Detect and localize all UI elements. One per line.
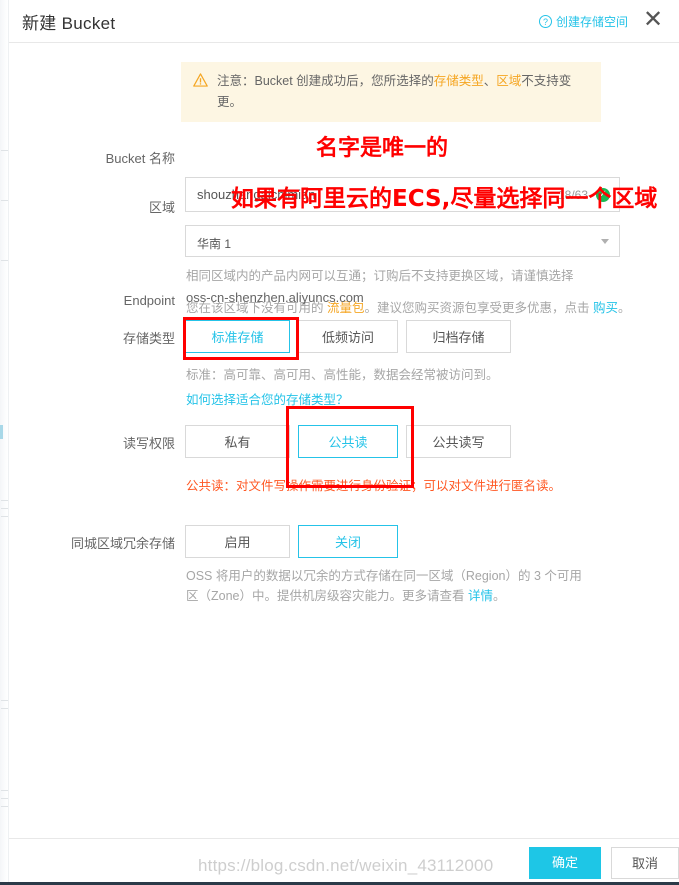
check-circle-icon: ✓ — [596, 188, 610, 202]
region-hint-part-b: 。建议您购买资源包享受更多优惠，点击 — [364, 301, 593, 315]
acl-group: 私有 公共读 公共读写 — [185, 425, 519, 458]
region-selected-value: 华南 1 — [197, 237, 232, 251]
bucket-name-counter: 18/63 — [557, 188, 588, 202]
dialog-footer: 确定 取消 — [9, 838, 679, 885]
redundancy-option-enable[interactable]: 启用 — [185, 525, 290, 558]
redundancy-desc-part-b: 。 — [492, 589, 506, 603]
acl-label: 读写权限 — [122, 436, 175, 451]
region-select[interactable]: 华南 1 — [185, 225, 620, 257]
bucket-name-value: shouzhangaichimian — [197, 187, 316, 202]
redundancy-label: 同城区域冗余存储 — [70, 536, 175, 551]
help-link-label: 创建存储空间 — [555, 15, 628, 29]
bucket-name-label: Bucket 名称 — [105, 151, 175, 166]
acl-warning-text: 公共读：对文件写操作需要进行身份验证；可以对文件进行匿名读。 — [186, 479, 562, 493]
dialog-header: 新建 Bucket ? 创建存储空间 ✕ — [9, 0, 679, 43]
endpoint-value: oss-cn-shenzhen.aliyuncs.com — [186, 290, 364, 305]
buy-link[interactable]: 购买 — [593, 301, 618, 315]
page-edge-bleed — [0, 0, 9, 885]
storage-class-label: 存储类型 — [122, 331, 175, 346]
acl-option-public-read[interactable]: 公共读 — [298, 425, 398, 458]
storage-class-help-link[interactable]: 如何选择适合您的存储类型？ — [186, 389, 349, 408]
redundancy-option-disable[interactable]: 关闭 — [298, 525, 398, 558]
storage-class-group: 标准存储 低频访问 归档存储 — [185, 320, 519, 353]
confirm-button[interactable]: 确定 — [529, 847, 601, 879]
bucket-name-input[interactable]: shouzhangaichimian 18/63 ✓ — [185, 177, 620, 212]
dialog-body: 注意：Bucket 创建成功后，您所选择的存储类型、区域不支持变更。 Bucke… — [9, 43, 679, 838]
dialog-new-bucket: 新建 Bucket ? 创建存储空间 ✕ 注意：Bucket 创建成功后，您所选… — [0, 0, 679, 885]
notice-banner: 注意：Bucket 创建成功后，您所选择的存储类型、区域不支持变更。 — [181, 62, 601, 122]
storage-class-option-ia[interactable]: 低频访问 — [298, 320, 398, 353]
region-hint-part-c: 。 — [618, 301, 631, 315]
storage-class-option-archive[interactable]: 归档存储 — [406, 320, 511, 353]
notice-highlight-storage-class: 存储类型 — [433, 74, 484, 88]
redundancy-details-link[interactable]: 详情 — [468, 589, 493, 603]
close-icon[interactable]: ✕ — [639, 6, 667, 34]
question-circle-icon: ? — [538, 15, 552, 28]
acl-option-public-read-write[interactable]: 公共读写 — [406, 425, 511, 458]
create-bucket-help-link[interactable]: ? 创建存储空间 — [538, 13, 628, 30]
chevron-down-icon — [601, 239, 609, 244]
notice-separator: 、 — [483, 74, 497, 88]
region-label: 区域 — [148, 200, 175, 215]
notice-text-prefix: 注意：Bucket 创建成功后，您所选择的 — [217, 74, 434, 88]
acl-option-private[interactable]: 私有 — [185, 425, 290, 458]
storage-class-description: 标准：高可靠、高可用、高性能，数据会经常被访问到。 — [186, 368, 499, 382]
redundancy-description: OSS 将用户的数据以冗余的方式存储在同一区域（Region）的 3 个可用区（… — [186, 566, 582, 606]
storage-class-option-standard[interactable]: 标准存储 — [185, 320, 290, 353]
redundancy-group: 启用 关闭 — [185, 525, 406, 558]
warning-triangle-icon — [193, 73, 208, 87]
notice-highlight-region: 区域 — [496, 74, 522, 88]
redundancy-desc-part-a: OSS 将用户的数据以冗余的方式存储在同一区域（Region）的 3 个可用区（… — [186, 569, 582, 603]
endpoint-label: Endpoint — [123, 293, 175, 308]
page-title: 新建 Bucket — [22, 14, 116, 33]
region-hint-interconnect: 相同区域内的产品内网可以互通；订购后不支持更换区域，请谨慎选择 — [186, 269, 574, 283]
cancel-button[interactable]: 取消 — [611, 847, 679, 879]
